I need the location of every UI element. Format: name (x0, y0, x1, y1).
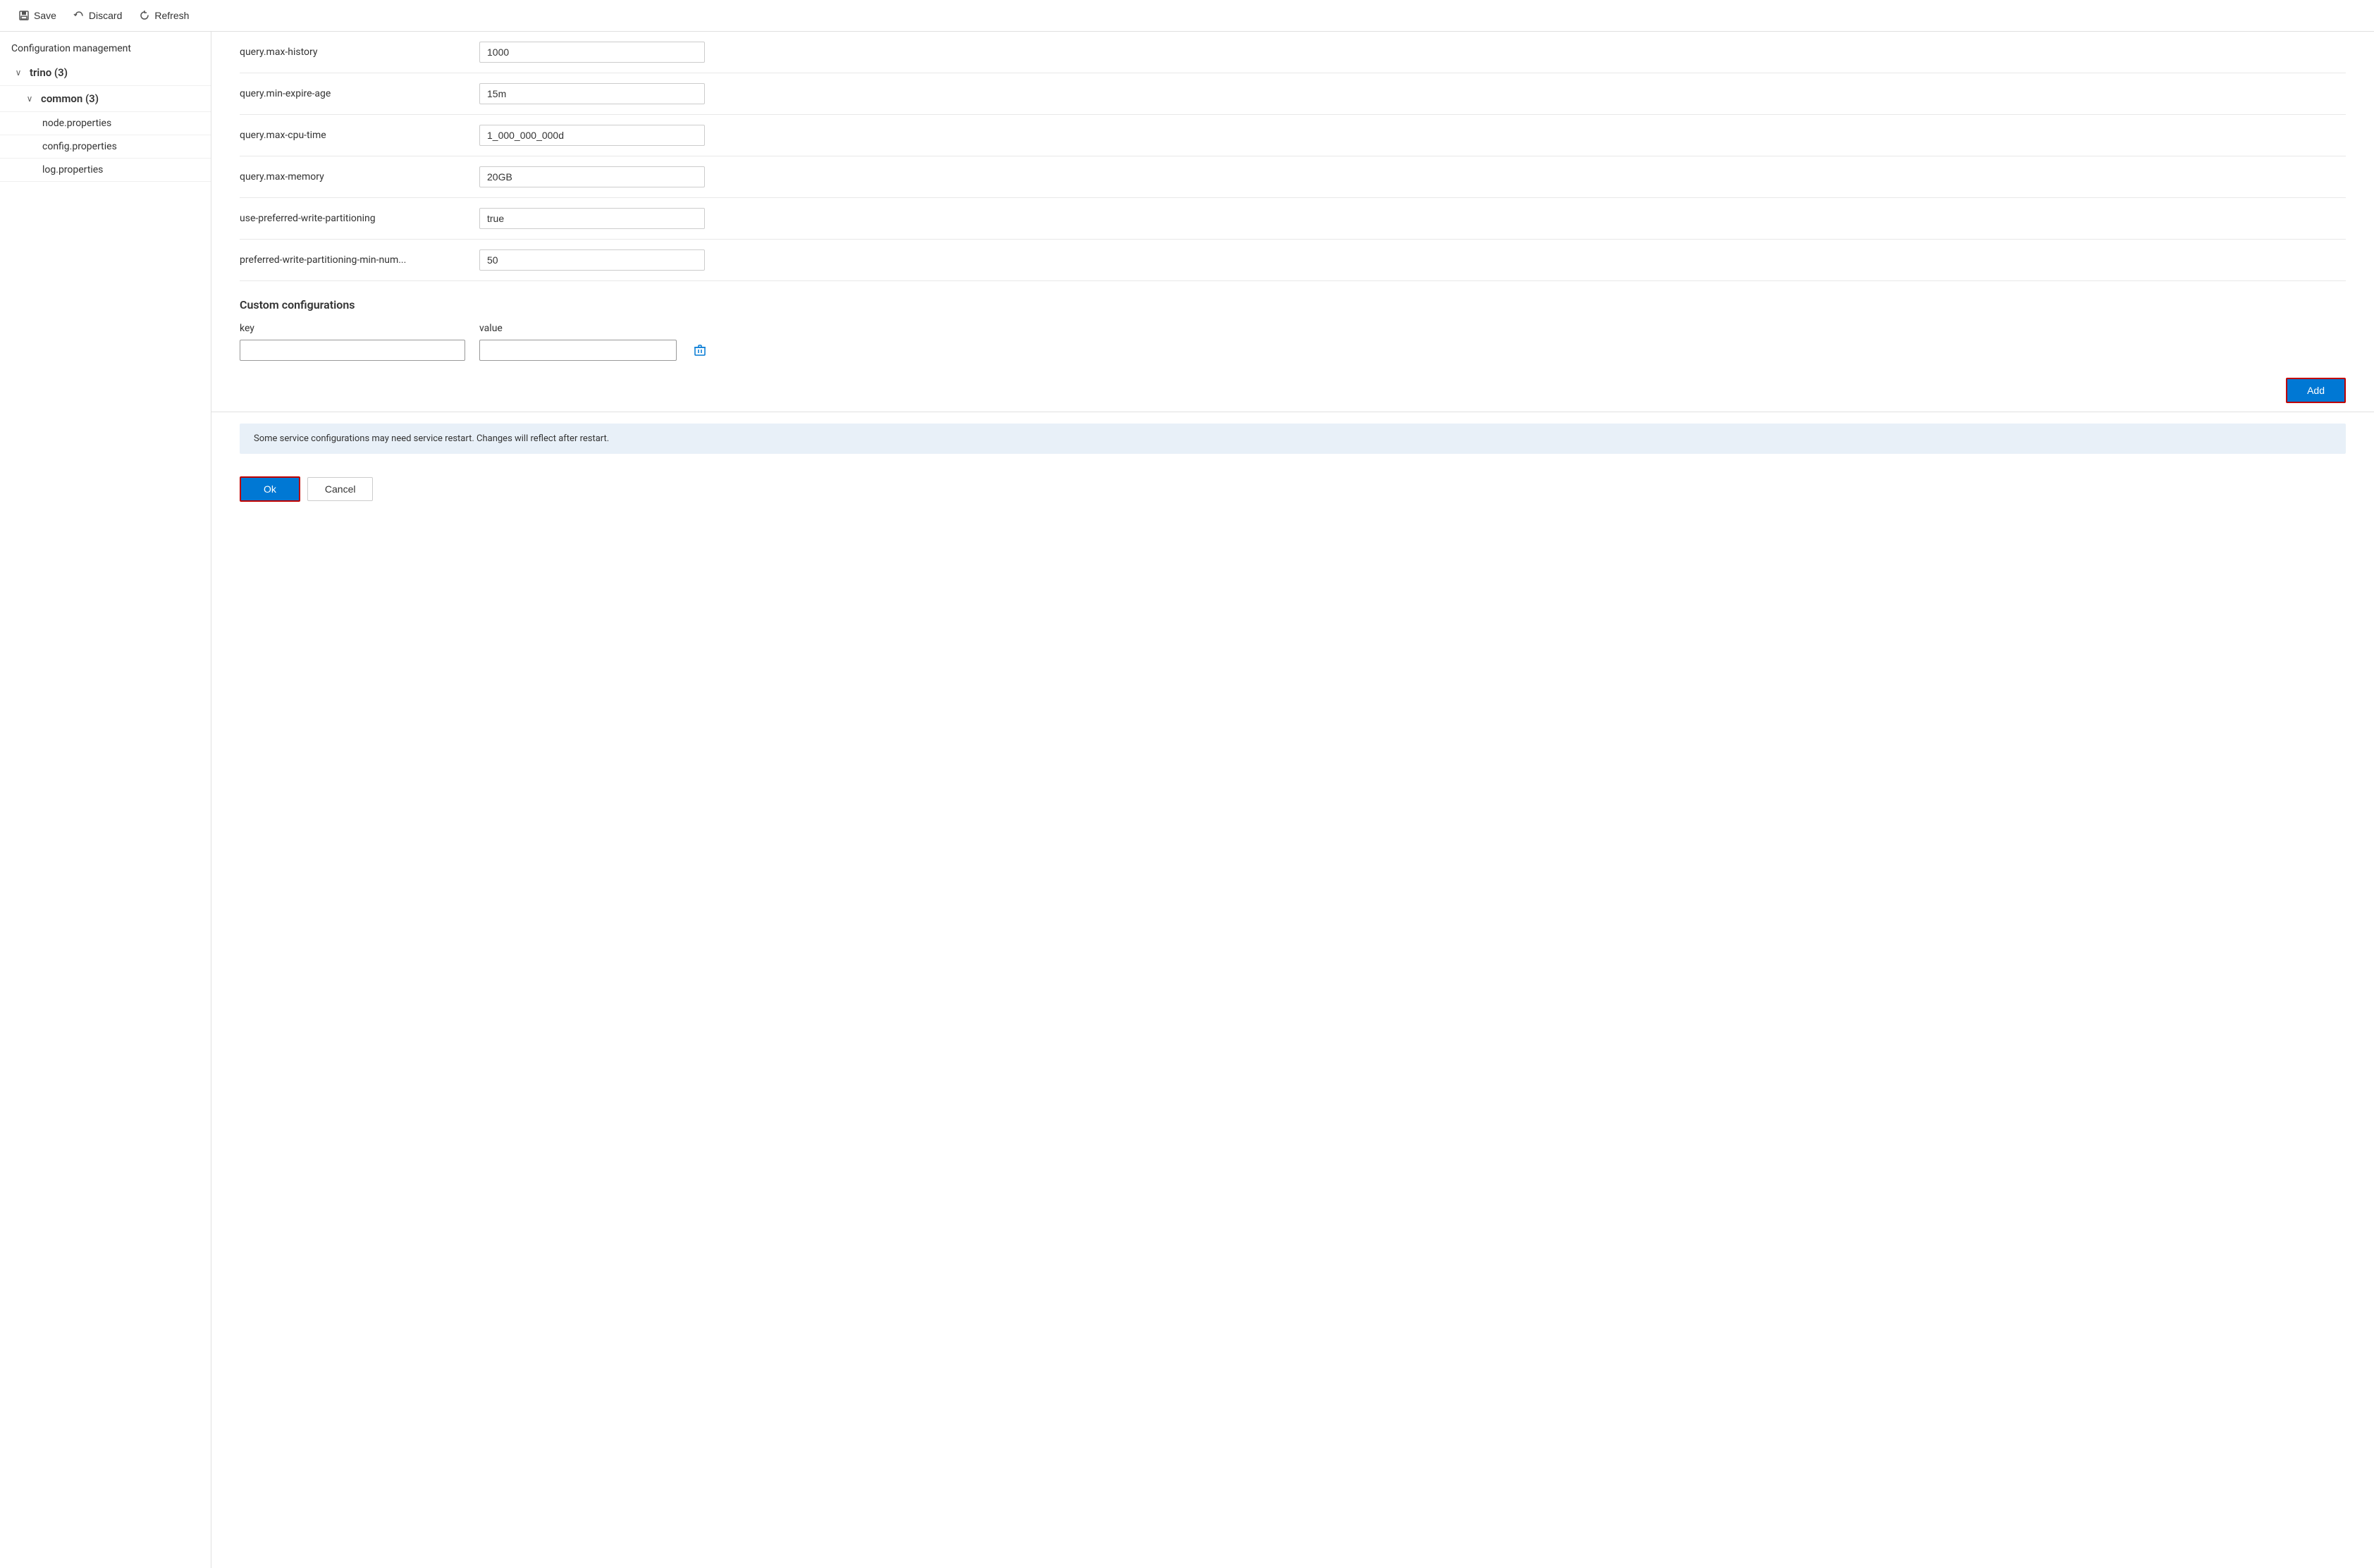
ok-button[interactable]: Ok (240, 476, 300, 502)
add-button[interactable]: Add (2286, 378, 2346, 403)
refresh-button[interactable]: Refresh (132, 6, 196, 25)
config-value-input-4[interactable] (479, 208, 705, 229)
config-row-0: query.max-history (240, 32, 2346, 73)
discard-button[interactable]: Discard (66, 6, 129, 25)
config-value-input-2[interactable] (479, 125, 705, 146)
sidebar: Configuration management ∨ trino (3) ∨ c… (0, 32, 211, 1568)
config-value-input-5[interactable] (479, 249, 705, 271)
tree-item-log-properties[interactable]: log.properties (0, 159, 211, 182)
refresh-icon (139, 10, 150, 21)
custom-config-key-header: key (240, 323, 465, 334)
config-row-4: use-preferred-write-partitioning (240, 198, 2346, 240)
config-key-1: query.min-expire-age (240, 88, 465, 99)
trash-icon (694, 344, 706, 357)
config-row-3: query.max-memory (240, 156, 2346, 198)
config-key-0: query.max-history (240, 47, 465, 58)
main-area: Configuration management ∨ trino (3) ∨ c… (0, 32, 2374, 1568)
tree-label-trino: trino (3) (30, 66, 68, 79)
custom-config-headers: key value (240, 323, 2346, 334)
custom-config-section: Custom configurations key value (211, 281, 2374, 361)
cancel-button[interactable]: Cancel (307, 477, 374, 501)
discard-icon (73, 10, 85, 21)
tree-label-config-properties: config.properties (42, 141, 117, 152)
toolbar: Save Discard Refresh (0, 0, 2374, 32)
config-key-4: use-preferred-write-partitioning (240, 213, 465, 224)
custom-config-title: Custom configurations (240, 298, 2346, 311)
tree-label-node-properties: node.properties (42, 118, 111, 129)
tree-item-trino[interactable]: ∨ trino (3) (0, 60, 211, 86)
info-banner: Some service configurations may need ser… (240, 424, 2346, 454)
custom-key-input-0[interactable] (240, 340, 465, 361)
save-button[interactable]: Save (11, 6, 63, 25)
content-area: query.max-history query.min-expire-age q… (211, 32, 2374, 1568)
config-key-5: preferred-write-partitioning-min-num... (240, 254, 465, 266)
save-icon (18, 10, 30, 21)
config-value-input-1[interactable] (479, 83, 705, 104)
tree-item-node-properties[interactable]: node.properties (0, 112, 211, 135)
sidebar-header: Configuration management (0, 32, 211, 60)
config-row-2: query.max-cpu-time (240, 115, 2346, 156)
custom-value-input-0[interactable] (479, 340, 677, 361)
config-value-input-0[interactable] (479, 42, 705, 63)
config-rows: query.max-history query.min-expire-age q… (211, 32, 2374, 281)
config-key-3: query.max-memory (240, 171, 465, 183)
config-key-2: query.max-cpu-time (240, 130, 465, 141)
bottom-buttons: Ok Cancel (211, 465, 2374, 513)
delete-custom-row-button-0[interactable] (691, 341, 709, 359)
chevron-common-icon: ∨ (23, 92, 37, 106)
add-btn-row: Add (211, 369, 2374, 412)
custom-config-row-0 (240, 340, 2346, 361)
tree-label-log-properties: log.properties (42, 164, 103, 175)
chevron-trino-icon: ∨ (11, 66, 25, 80)
config-row-5: preferred-write-partitioning-min-num... (240, 240, 2346, 281)
tree-item-config-properties[interactable]: config.properties (0, 135, 211, 159)
tree-item-common[interactable]: ∨ common (3) (0, 86, 211, 112)
config-value-input-3[interactable] (479, 166, 705, 187)
config-row-1: query.min-expire-age (240, 73, 2346, 115)
custom-config-value-header: value (479, 323, 2346, 334)
tree-label-common: common (3) (41, 92, 99, 105)
